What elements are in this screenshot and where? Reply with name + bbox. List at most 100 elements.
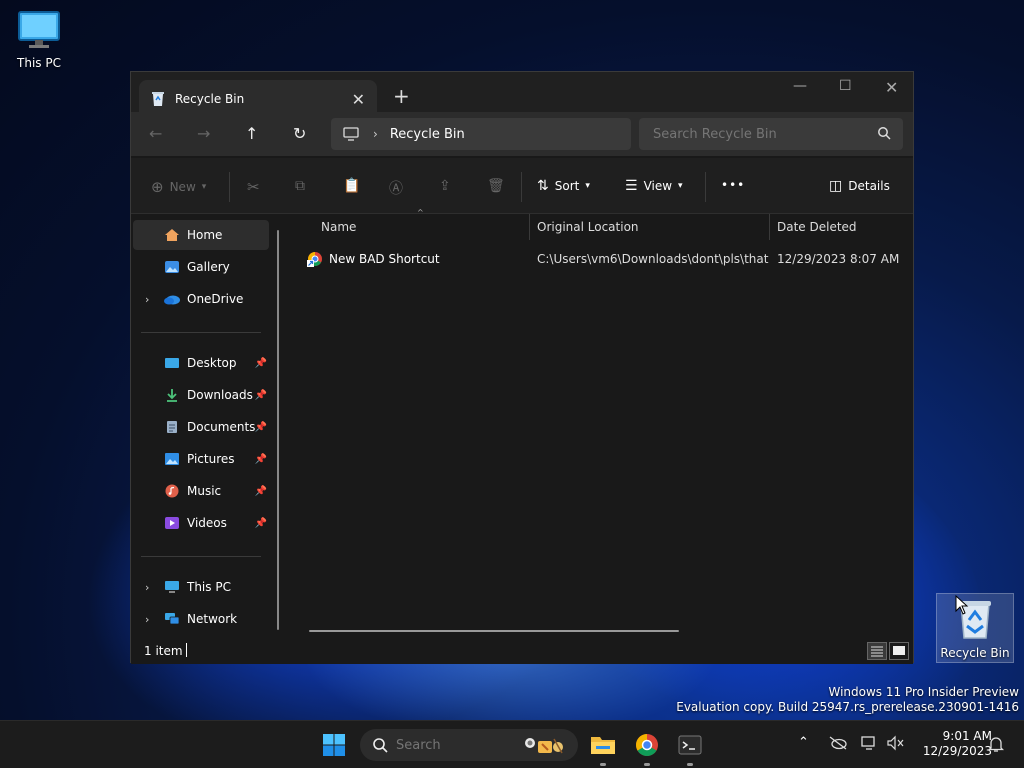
sidebar-item-music[interactable]: Music 📌 [133, 476, 269, 506]
details-pane-icon: ◫ [829, 178, 843, 194]
details-view-icon [871, 646, 883, 657]
search-icon [373, 738, 388, 753]
notification-bell-icon[interactable] [987, 735, 1005, 757]
tab-title: Recycle Bin [175, 92, 245, 106]
copy-icon[interactable]: ⧉ [295, 178, 305, 194]
paste-icon[interactable]: 📋 [343, 178, 360, 194]
pin-icon[interactable]: 📌 [255, 358, 267, 369]
search-input[interactable] [653, 126, 863, 142]
table-row[interactable]: New BAD Shortcut C:\Users\vm6\Downloads\… [299, 246, 913, 272]
search-box[interactable] [639, 118, 903, 150]
chevron-down-icon: ▾ [678, 181, 683, 191]
sidebar-item-network[interactable]: › Network [133, 604, 269, 634]
desktop-icon-recycle-bin[interactable]: Recycle Bin [936, 593, 1014, 663]
desktop-icon-label: This PC [17, 56, 61, 70]
column-header-name[interactable]: Name [321, 214, 356, 240]
pin-icon[interactable]: 📌 [255, 390, 267, 401]
taskbar-terminal[interactable] [676, 731, 704, 766]
search-highlight-icon [518, 733, 568, 760]
monitor-icon [163, 579, 181, 595]
column-header-original-location[interactable]: Original Location [537, 214, 639, 240]
close-window-icon[interactable]: ✕ [885, 78, 898, 97]
sidebar-item-onedrive[interactable]: › OneDrive [133, 284, 269, 314]
status-divider [186, 643, 187, 657]
cloud-icon [163, 291, 181, 307]
pin-icon[interactable]: 📌 [255, 422, 267, 433]
toolbar-divider [229, 172, 230, 202]
chevron-right-icon[interactable]: › [145, 613, 149, 626]
pin-icon[interactable]: 📌 [255, 518, 267, 529]
chrome-shortcut-icon [307, 251, 323, 270]
gallery-icon [163, 259, 181, 275]
sidebar-item-gallery[interactable]: Gallery [133, 252, 269, 282]
mouse-cursor-icon [955, 595, 969, 615]
forward-arrow-icon[interactable]: → [197, 124, 210, 143]
delete-icon[interactable]: 🗑 [487, 178, 505, 194]
sidebar-item-desktop[interactable]: Desktop 📌 [133, 348, 269, 378]
address-bar[interactable]: › Recycle Bin [331, 118, 631, 150]
taskbar-search-input[interactable] [396, 737, 516, 753]
sort-arrows-icon: ⇅ [537, 178, 549, 194]
maximize-icon[interactable]: ☐ [839, 78, 852, 94]
network-display-icon[interactable] [860, 735, 880, 755]
onedrive-offline-icon[interactable] [828, 735, 848, 755]
desktop-icon-this-pc[interactable]: This PC [0, 10, 78, 70]
new-tab-icon[interactable]: + [393, 84, 410, 108]
view-button[interactable]: ☰ View ▾ [625, 178, 683, 194]
details-button[interactable]: ◫ Details [829, 178, 890, 194]
tab-close-icon[interactable]: ✕ [352, 90, 365, 109]
pin-icon[interactable]: 📌 [255, 486, 267, 497]
pin-icon[interactable]: 📌 [255, 454, 267, 465]
column-divider[interactable] [769, 214, 770, 240]
view-lines-icon: ☰ [625, 178, 638, 194]
chevron-right-icon[interactable]: › [145, 581, 149, 594]
chevron-right-icon: › [373, 127, 378, 141]
sidebar-item-downloads[interactable]: Downloads 📌 [133, 380, 269, 410]
cut-icon[interactable]: ✂ [247, 178, 260, 196]
terminal-icon [678, 735, 702, 755]
new-button[interactable]: ⊕ New ▾ [151, 178, 206, 196]
column-header-date-deleted[interactable]: Date Deleted [777, 214, 857, 240]
tiles-view-icon [893, 646, 905, 655]
navigation-pane: Home Gallery › OneDrive Desktop 📌 Downlo… [131, 216, 289, 638]
details-view-toggle[interactable] [867, 642, 887, 660]
back-arrow-icon[interactable]: ← [149, 124, 162, 143]
sort-ascending-icon: ^ [417, 208, 424, 217]
horizontal-scrollbar[interactable] [309, 630, 679, 632]
taskbar-chrome[interactable] [633, 731, 661, 766]
share-icon[interactable]: ⇪ [439, 178, 451, 194]
taskbar-search-box[interactable] [360, 729, 578, 761]
sidebar-item-documents[interactable]: Documents 📌 [133, 412, 269, 442]
file-list: ^ Name Original Location Date Deleted Ne… [289, 208, 913, 638]
row-date-deleted: 12/29/2023 8:07 AM [777, 252, 900, 266]
sidebar-divider [141, 332, 261, 333]
tiles-view-toggle[interactable] [889, 642, 909, 660]
navigation-bar: ← → ↑ ↻ › Recycle Bin [131, 112, 913, 156]
sidebar-scrollbar[interactable] [277, 230, 279, 630]
volume-muted-icon[interactable] [886, 735, 906, 755]
system-clock[interactable]: 9:01 AM 12/29/2023 [912, 729, 992, 759]
taskbar-file-explorer[interactable] [589, 731, 617, 766]
chevron-right-icon[interactable]: › [145, 293, 149, 306]
start-button[interactable] [320, 731, 348, 759]
home-icon [163, 227, 181, 243]
recycle-bin-icon [152, 92, 164, 106]
column-divider[interactable] [529, 214, 530, 240]
sidebar-item-this-pc[interactable]: › This PC [133, 572, 269, 602]
folder-icon [591, 737, 615, 754]
up-arrow-icon[interactable]: ↑ [245, 124, 258, 143]
chrome-icon [636, 734, 658, 756]
chevron-down-icon: ▾ [585, 181, 590, 191]
more-options-icon[interactable]: ••• [721, 178, 745, 192]
music-icon [163, 483, 181, 499]
sidebar-item-pictures[interactable]: Pictures 📌 [133, 444, 269, 474]
rename-icon[interactable]: Ⓐ [389, 178, 403, 198]
taskbar: ⌃ 9:01 AM 12/29/2023 [0, 720, 1024, 768]
chevron-up-icon[interactable]: ⌃ [798, 735, 809, 750]
breadcrumb-recycle-bin[interactable]: Recycle Bin [390, 127, 465, 142]
sort-button[interactable]: ⇅ Sort ▾ [537, 178, 590, 194]
refresh-icon[interactable]: ↻ [293, 124, 306, 143]
minimize-icon[interactable]: — [793, 78, 807, 94]
sidebar-item-home[interactable]: Home [133, 220, 269, 250]
sidebar-item-videos[interactable]: Videos 📌 [133, 508, 269, 538]
